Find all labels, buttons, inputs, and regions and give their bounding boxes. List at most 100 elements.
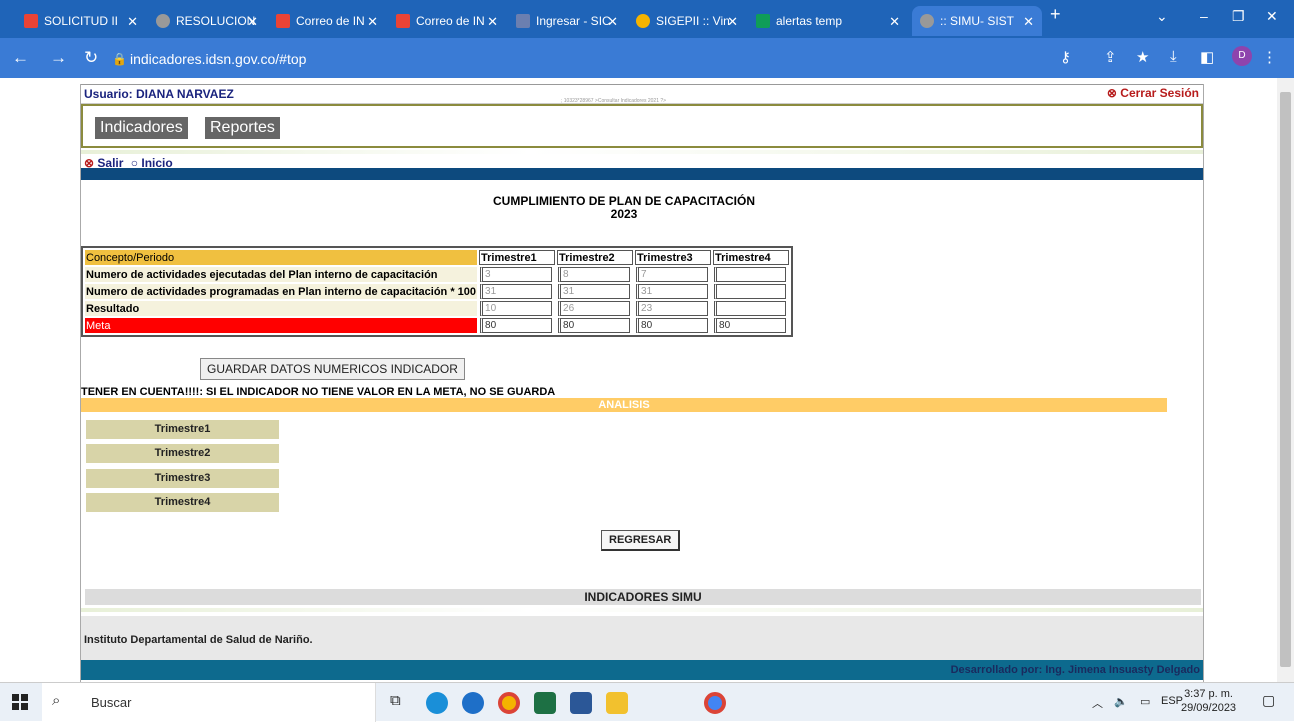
warning-text: TENER EN CUENTA!!!!: SI EL INDICADOR NO … bbox=[81, 386, 556, 398]
taskbar-search[interactable]: ⌕ Buscar bbox=[42, 683, 376, 722]
analisis-header: ANALISIS bbox=[81, 398, 1167, 412]
divider bbox=[81, 608, 1203, 612]
browser-tab-active[interactable]: :: SIMU- SIST ✕ bbox=[912, 6, 1042, 36]
value-input[interactable]: 7 bbox=[636, 267, 709, 282]
share-icon[interactable]: ⇪ bbox=[1104, 48, 1117, 66]
menu-reportes[interactable]: Reportes bbox=[205, 117, 280, 139]
trimestre-button[interactable]: Trimestre3 bbox=[86, 469, 279, 488]
close-tab-icon[interactable]: ✕ bbox=[1023, 14, 1034, 30]
download-icon[interactable]: ⤓ bbox=[1170, 48, 1177, 65]
volume-icon[interactable]: 🔈 bbox=[1114, 695, 1128, 708]
value-input[interactable] bbox=[714, 284, 787, 299]
word-icon[interactable] bbox=[570, 692, 592, 714]
ie-icon[interactable] bbox=[462, 692, 484, 714]
gmail-icon bbox=[276, 14, 290, 28]
value-input[interactable]: 80 bbox=[558, 318, 631, 333]
globe-icon bbox=[156, 14, 170, 28]
column-header: Trimestre1 bbox=[479, 250, 556, 265]
value-input[interactable]: 26 bbox=[558, 301, 631, 316]
browser-tab[interactable]: alertas temp ✕ bbox=[748, 6, 908, 36]
star-icon[interactable]: ★ bbox=[1136, 48, 1149, 66]
tray-chevron-icon[interactable]: ︿ bbox=[1092, 695, 1103, 711]
language-indicator[interactable]: ESP bbox=[1161, 695, 1183, 707]
value-input[interactable]: 80 bbox=[480, 318, 553, 333]
row-label: Resultado bbox=[85, 301, 478, 316]
maximize-icon[interactable]: ❐ bbox=[1232, 8, 1245, 25]
browser-tab[interactable]: Ingresar - SIC ✕ bbox=[508, 6, 626, 36]
chrome-profile-icon[interactable] bbox=[704, 692, 726, 714]
close-tab-icon[interactable]: ✕ bbox=[607, 14, 618, 30]
tab-search-icon[interactable]: ⌄ bbox=[1156, 8, 1168, 25]
browser-tab[interactable]: Correo de IN ✕ bbox=[388, 6, 506, 36]
back-icon[interactable]: ← bbox=[12, 48, 29, 68]
close-tab-icon[interactable]: ✕ bbox=[127, 14, 138, 30]
close-tab-icon[interactable]: ✕ bbox=[367, 14, 378, 30]
value-input[interactable]: 80 bbox=[714, 318, 787, 333]
file-explorer-icon[interactable] bbox=[606, 692, 628, 714]
value-input[interactable]: 3 bbox=[480, 267, 553, 282]
value-input[interactable] bbox=[714, 301, 787, 316]
close-circle-icon: ⊗ bbox=[1106, 86, 1117, 100]
reload-icon[interactable]: ↻ bbox=[84, 48, 98, 68]
table-row: Resultado 10 26 23 bbox=[85, 301, 789, 316]
table-row: Numero de actividades ejecutadas del Pla… bbox=[85, 267, 789, 282]
gmail-icon bbox=[24, 14, 38, 28]
column-header: Trimestre3 bbox=[635, 250, 712, 265]
task-view-icon[interactable]: ⧉ bbox=[390, 692, 401, 709]
globe-icon bbox=[920, 14, 934, 28]
indicator-table: Concepto/Periodo Trimestre1 Trimestre2 T… bbox=[81, 246, 794, 337]
taskbar: ⌕ Buscar ⧉ ︿ 🔈 ▭ ESP 3:37 p. m. 29/09/20… bbox=[0, 682, 1294, 722]
value-input[interactable]: 31 bbox=[636, 284, 709, 299]
browser-tab[interactable]: SIGEPII :: Vin ✕ bbox=[628, 6, 746, 36]
menu-indicadores[interactable]: Indicadores bbox=[95, 117, 188, 139]
chrome-icon[interactable] bbox=[498, 692, 520, 714]
key-icon[interactable]: ⚷ bbox=[1060, 48, 1071, 66]
lock-icon: 🔒 bbox=[112, 52, 127, 66]
sidepanel-icon[interactable]: ◧ bbox=[1200, 48, 1214, 66]
close-tab-icon[interactable]: ✕ bbox=[487, 14, 498, 30]
menu-dots-icon[interactable]: ⋮ bbox=[1262, 48, 1277, 66]
value-input[interactable]: 31 bbox=[558, 284, 631, 299]
value-input[interactable] bbox=[714, 267, 787, 282]
trimestre-button[interactable]: Trimestre2 bbox=[86, 444, 279, 463]
clock[interactable]: 3:37 p. m. 29/09/2023 bbox=[1181, 687, 1236, 715]
row-label: Numero de actividades programadas en Pla… bbox=[85, 284, 478, 299]
vertical-scrollbar[interactable] bbox=[1277, 78, 1294, 682]
minimize-icon[interactable]: – bbox=[1200, 8, 1208, 24]
divider bbox=[81, 150, 1203, 154]
back-button[interactable]: REGRESAR bbox=[601, 530, 681, 551]
close-tab-icon[interactable]: ✕ bbox=[889, 14, 900, 30]
close-window-icon[interactable]: ✕ bbox=[1266, 8, 1278, 25]
shield-icon bbox=[516, 14, 530, 28]
footer-title: INDICADORES SIMU bbox=[85, 589, 1201, 605]
forward-icon[interactable]: → bbox=[50, 48, 67, 68]
trimestre-button[interactable]: Trimestre1 bbox=[86, 420, 279, 439]
institute-block: Instituto Departamental de Salud de Nari… bbox=[81, 616, 1203, 660]
developer-credit: Desarrollado por: Ing. Jimena Insuasty D… bbox=[950, 664, 1200, 676]
notification-icon[interactable]: ▢ bbox=[1262, 692, 1275, 709]
edge-icon[interactable] bbox=[426, 692, 448, 714]
value-input[interactable]: 80 bbox=[636, 318, 709, 333]
windows-start-icon[interactable] bbox=[12, 694, 28, 710]
network-icon[interactable]: ▭ bbox=[1140, 695, 1150, 708]
table-row: Numero de actividades programadas en Pla… bbox=[85, 284, 789, 299]
close-tab-icon[interactable]: ✕ bbox=[727, 14, 738, 30]
logout-link[interactable]: ⊗ Cerrar Sesión bbox=[1107, 86, 1199, 100]
browser-tab[interactable]: SOLICITUD II ✕ bbox=[16, 6, 146, 36]
new-tab-icon[interactable]: + bbox=[1050, 4, 1061, 25]
value-input[interactable]: 31 bbox=[480, 284, 553, 299]
value-input[interactable]: 23 bbox=[636, 301, 709, 316]
sigepii-icon bbox=[636, 14, 650, 28]
value-input[interactable]: 10 bbox=[480, 301, 553, 316]
browser-tab[interactable]: Correo de IN ✕ bbox=[268, 6, 386, 36]
scroll-thumb[interactable] bbox=[1280, 92, 1291, 667]
profile-avatar[interactable]: D bbox=[1232, 46, 1252, 66]
save-button[interactable]: GUARDAR DATOS NUMERICOS INDICADOR bbox=[200, 358, 465, 380]
column-header: Concepto/Periodo bbox=[85, 250, 478, 265]
close-tab-icon[interactable]: ✕ bbox=[247, 14, 258, 30]
excel-icon[interactable] bbox=[534, 692, 556, 714]
trimestre-button[interactable]: Trimestre4 bbox=[86, 493, 279, 512]
url-field[interactable]: 🔒 indicadores.idsn.gov.co/#top bbox=[108, 47, 1048, 71]
value-input[interactable]: 8 bbox=[558, 267, 631, 282]
browser-tab[interactable]: RESOLUCION ✕ bbox=[148, 6, 266, 36]
